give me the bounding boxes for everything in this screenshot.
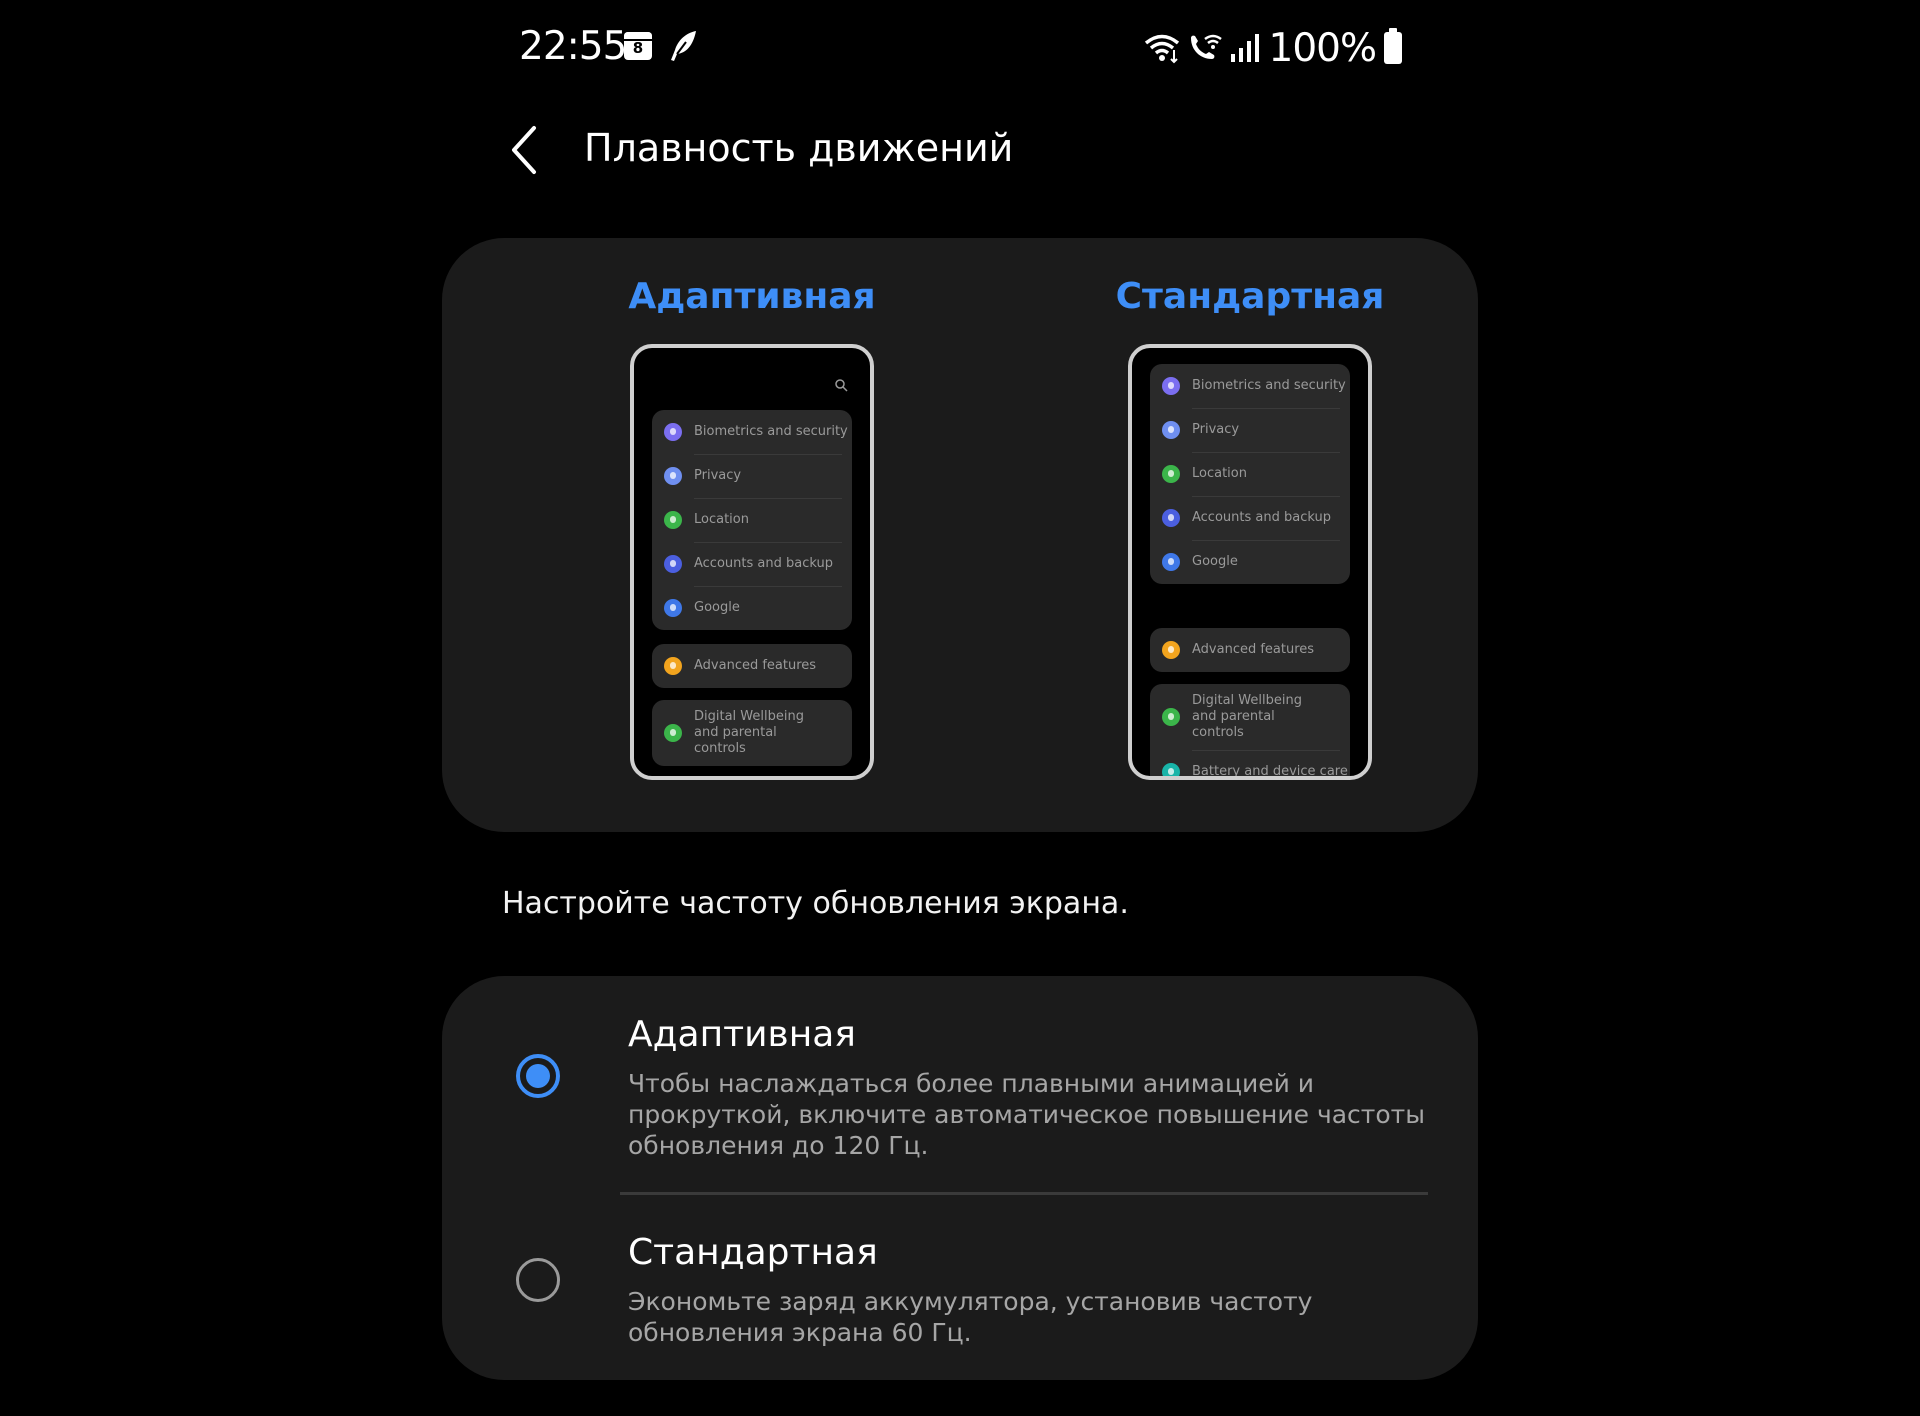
settings-item-icon bbox=[664, 423, 682, 441]
option-subtitle: Чтобы наслаждаться более плавными анимац… bbox=[628, 1069, 1425, 1160]
status-bar: 22:55 8 100% bbox=[440, 0, 1480, 96]
preview-list-item: Accounts and backup bbox=[1150, 496, 1350, 540]
description-text: Настройте частоту обновления экрана. bbox=[502, 886, 1129, 921]
option-subtitle: Экономьте заряд аккумулятора, установив … bbox=[628, 1287, 1313, 1347]
preview-item-label: Location bbox=[1192, 466, 1247, 481]
settings-item-icon bbox=[1162, 421, 1180, 439]
settings-item-icon bbox=[1162, 377, 1180, 395]
preview-list-item: Battery and device care bbox=[1150, 750, 1350, 779]
preview-list-item: Privacy bbox=[1150, 408, 1350, 452]
preview-item-label: Digital Wellbeing and parental controls bbox=[694, 709, 804, 756]
settings-group: Biometrics and security Privacy Location Ac… bbox=[1150, 364, 1350, 584]
settings-group: Advanced features bbox=[652, 644, 852, 688]
option-title: Адаптивная bbox=[628, 1014, 856, 1055]
preview-item-label: Google bbox=[1192, 554, 1238, 569]
feather-icon bbox=[671, 31, 696, 61]
settings-group: Digital Wellbeing and parental controls bbox=[652, 700, 852, 766]
settings-item-icon bbox=[1162, 465, 1180, 483]
radio-adaptive-selected[interactable] bbox=[516, 1054, 560, 1098]
option-title: Стандартная bbox=[628, 1232, 878, 1273]
preview-standard: Стандартная Biometrics and security Priva… bbox=[1090, 272, 1410, 780]
settings-item-icon bbox=[664, 555, 682, 573]
search-icon bbox=[835, 379, 848, 392]
preview-item-label: Biometrics and security bbox=[1192, 378, 1346, 393]
signal-icon bbox=[1230, 34, 1259, 62]
settings-item-icon bbox=[1162, 553, 1180, 571]
status-icons: 100% bbox=[1143, 24, 1402, 72]
wifi-icon bbox=[1144, 34, 1179, 64]
preview-label-adaptive: Адаптивная bbox=[628, 276, 876, 317]
preview-list-item: Biometrics and security bbox=[1150, 364, 1350, 408]
wifi-call-icon bbox=[1190, 34, 1222, 59]
preview-list-item: Location bbox=[1150, 452, 1350, 496]
settings-item-icon bbox=[664, 657, 682, 675]
settings-item-icon bbox=[1162, 763, 1180, 776]
radio-standard[interactable] bbox=[516, 1258, 560, 1302]
phone-preview-standard: Biometrics and security Privacy Location Ac… bbox=[1128, 344, 1372, 780]
preview-list-item: Advanced features bbox=[1150, 628, 1350, 672]
preview-item-label: Google bbox=[694, 600, 740, 615]
settings-item-icon bbox=[664, 724, 682, 742]
calendar-icon: 8 bbox=[624, 32, 652, 60]
preview-item-label: Advanced features bbox=[1192, 642, 1315, 657]
preview-list-item: Google bbox=[652, 586, 852, 630]
options-card: Адаптивная Чтобы наслаждаться более плав… bbox=[442, 976, 1478, 1380]
preview-card: Адаптивная Biometrics and security Privac… bbox=[442, 238, 1478, 832]
settings-item-icon bbox=[664, 511, 682, 529]
preview-list-item: Biometrics and security bbox=[652, 410, 852, 454]
preview-list-item: Privacy bbox=[652, 454, 852, 498]
preview-item-label: Digital Wellbeing and parental controls bbox=[1192, 693, 1302, 740]
settings-item-icon bbox=[1162, 641, 1180, 659]
preview-item-label: Battery and device care bbox=[1192, 764, 1348, 779]
status-time: 22:55 bbox=[519, 24, 627, 69]
preview-item-label: Location bbox=[694, 512, 749, 527]
preview-list-item: Digital Wellbeing and parental controls bbox=[1150, 684, 1350, 750]
settings-group: Digital Wellbeing and parental controls B… bbox=[1150, 684, 1350, 779]
settings-group: Advanced features bbox=[1150, 628, 1350, 672]
preview-item-label: Advanced features bbox=[694, 658, 817, 673]
settings-item-icon bbox=[1162, 509, 1180, 527]
preview-item-label: Biometrics and security bbox=[694, 424, 848, 439]
preview-item-label: Privacy bbox=[1192, 422, 1240, 437]
settings-screen: 22:55 8 100% Плавность движений Адаптивн… bbox=[440, 0, 1480, 1416]
app-header: Плавность движений bbox=[440, 110, 1480, 190]
settings-group: Biometrics and security Privacy Location Ac… bbox=[652, 410, 852, 630]
battery-icon bbox=[1384, 28, 1402, 64]
preview-label-standard: Стандартная bbox=[1115, 276, 1385, 317]
option-adaptive[interactable]: Адаптивная Чтобы наслаждаться более плав… bbox=[442, 1014, 1478, 1164]
preview-list-item: Google bbox=[1150, 540, 1350, 584]
chevron-left-icon bbox=[512, 126, 536, 174]
preview-list-item: Advanced features bbox=[652, 644, 852, 688]
preview-list-item: Accounts and backup bbox=[652, 542, 852, 586]
page-title: Плавность движений bbox=[584, 126, 1014, 170]
preview-adaptive: Адаптивная Biometrics and security Privac… bbox=[592, 272, 912, 780]
preview-item-label: Privacy bbox=[694, 468, 742, 483]
settings-item-icon bbox=[1162, 708, 1180, 726]
battery-percent: 100% bbox=[1268, 25, 1377, 71]
divider bbox=[620, 1192, 1428, 1195]
preview-item-label: Accounts and backup bbox=[694, 556, 833, 571]
preview-list-item: Digital Wellbeing and parental controls bbox=[652, 700, 852, 766]
settings-item-icon bbox=[664, 599, 682, 617]
phone-preview-adaptive: Biometrics and security Privacy Location Ac… bbox=[630, 344, 874, 780]
preview-item-label: Accounts and backup bbox=[1192, 510, 1331, 525]
settings-item-icon bbox=[664, 467, 682, 485]
back-button[interactable] bbox=[500, 120, 550, 180]
preview-list-item: Location bbox=[652, 498, 852, 542]
option-standard[interactable]: Стандартная Экономьте заряд аккумулятора… bbox=[442, 1232, 1478, 1352]
